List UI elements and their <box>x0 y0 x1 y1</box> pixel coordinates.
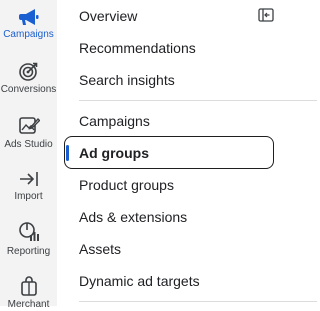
rail-item-label: Merchant <box>7 299 50 310</box>
rail-item-label: Conversions <box>0 84 57 95</box>
import-icon <box>19 172 38 186</box>
rail-item-reporting[interactable]: Reporting <box>0 221 57 258</box>
shopping-bag-icon <box>20 276 37 296</box>
menu-divider <box>79 100 317 101</box>
rail-item-ads-studio[interactable]: Ads Studio <box>0 116 57 151</box>
menu-item-search-insights[interactable]: Search insights <box>79 70 175 90</box>
rail-item-import[interactable]: Import <box>0 170 57 203</box>
left-nav-rail: Campaigns Conversions Ads Studio Import <box>0 0 57 310</box>
target-icon <box>18 62 37 81</box>
menu-item-dynamic-ad-targets[interactable]: Dynamic ad targets <box>79 271 200 291</box>
menu-item-overview[interactable]: Overview <box>79 6 137 26</box>
menu-item-recommendations[interactable]: Recommendations <box>79 38 196 58</box>
reporting-icon <box>18 222 39 241</box>
menu-item-ad-groups-label: Ad groups <box>79 145 149 161</box>
menu-item-assets[interactable]: Assets <box>79 239 121 259</box>
rail-item-label: Reporting <box>6 246 51 257</box>
rail-item-label: Ads Studio <box>4 139 53 150</box>
rail-item-campaigns[interactable]: Campaigns <box>0 8 57 41</box>
menu-divider <box>79 301 317 302</box>
rail-item-conversions[interactable]: Conversions <box>0 61 57 96</box>
menu-item-campaigns[interactable]: Campaigns <box>79 111 150 131</box>
rail-item-label: Campaigns <box>3 29 54 40</box>
selection-indicator <box>66 145 69 161</box>
rail-item-label: Import <box>14 191 43 202</box>
menu-item-ads-extensions[interactable]: Ads & extensions <box>79 207 187 227</box>
megaphone-icon <box>18 9 38 25</box>
collapse-panel-icon[interactable] <box>258 8 274 22</box>
menu-item-product-groups[interactable]: Product groups <box>79 175 174 195</box>
ads-studio-icon <box>18 117 40 134</box>
